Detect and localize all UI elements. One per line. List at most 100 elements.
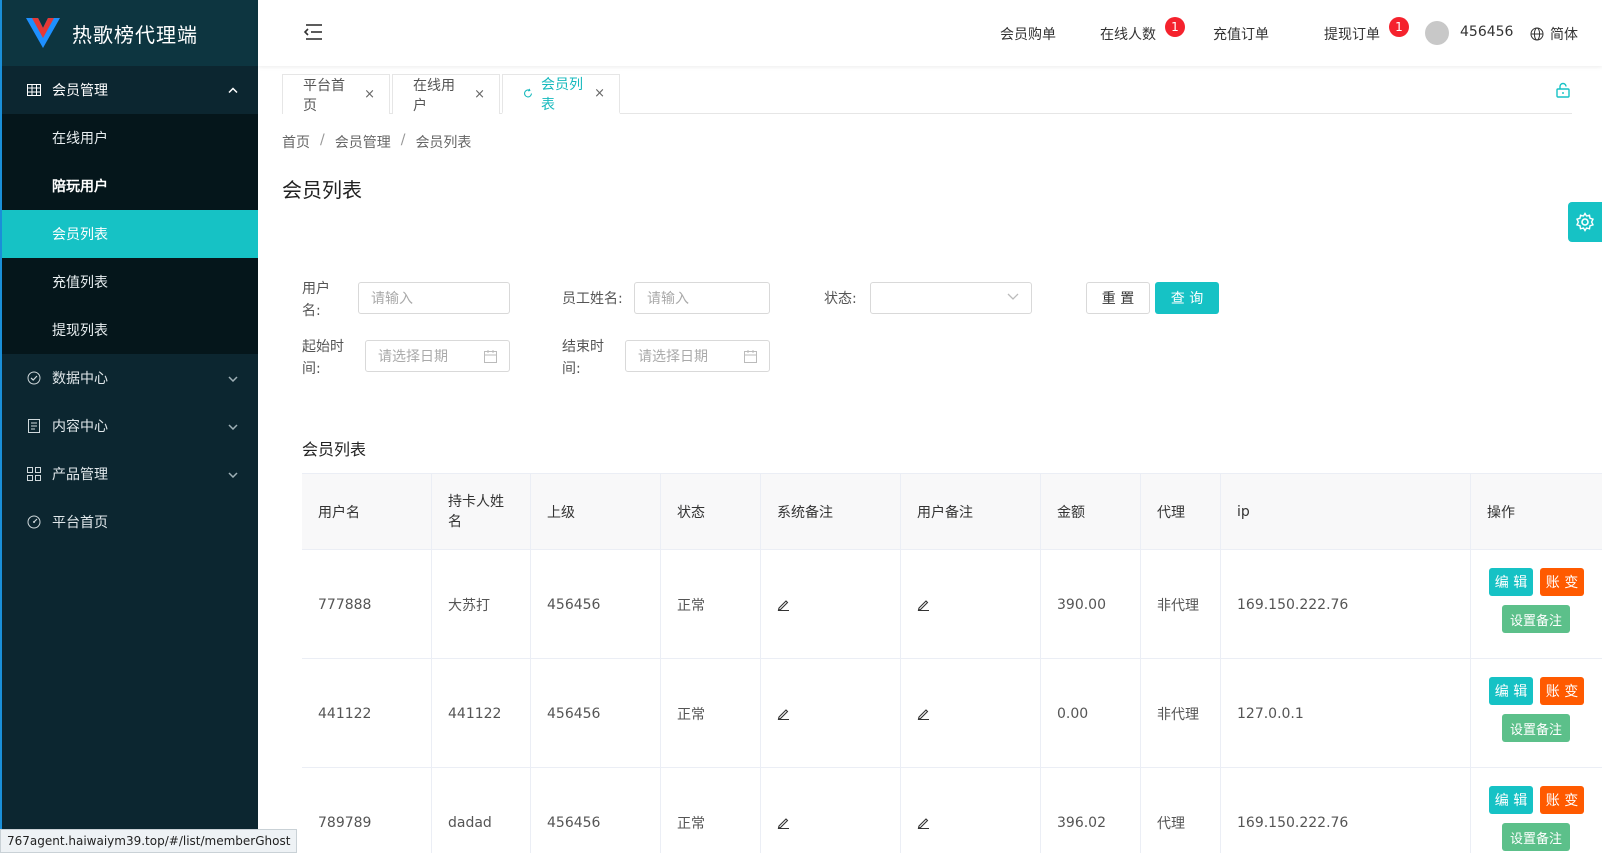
start-date-placeholder: 请选择日期 [378,349,448,365]
status-bar-url: 767agent.haiwaiym39.top/#/list/memberGho… [0,829,298,853]
table-row: 441122 441122 456456 正常 0.00 非代理 127.0.0… [302,659,1602,768]
sidebar-item-content-center[interactable]: 内容中心 [2,402,258,450]
tab-platform-home[interactable]: 平台首页 × [282,74,390,114]
cell-username: 777888 [302,550,432,659]
table-row: 777888 大苏打 456456 正常 390.00 非代理 169.150.… [302,550,1602,659]
account-change-button[interactable]: 账 变 [1540,677,1584,705]
cell-agent: 非代理 [1141,659,1221,768]
sidebar: 热歌榜代理端 会员管理 在线用户 陪玩用户 会员列表 充值列表 提现列表 数据中… [0,0,258,853]
close-icon[interactable]: × [474,87,485,102]
tab-member-list[interactable]: 会员列表 × [502,74,620,114]
cell-holder: dadad [432,768,531,853]
tab-label: 平台首页 [303,77,345,114]
edit-pencil-icon[interactable] [777,598,790,611]
end-date-placeholder: 请选择日期 [638,349,708,365]
breadcrumb-home[interactable]: 首页 [282,132,310,152]
edit-pencil-icon[interactable] [917,598,930,611]
language-label: 简体 [1550,27,1578,43]
username-label: 用户名: [302,281,330,319]
set-note-button[interactable]: 设置备注 [1502,714,1570,742]
tab-label: 在线用户 [413,77,455,114]
edit-button[interactable]: 编 辑 [1489,568,1533,596]
page-title: 会员列表 [282,178,362,202]
header-link-recharge-orders[interactable]: 充值订单 [1213,24,1269,44]
cell-amount: 390.00 [1041,550,1141,659]
cell-status: 正常 [661,659,761,768]
cell-actions: 编 辑 账 变 设置备注 [1471,768,1602,853]
language-switch[interactable]: 简体 [1530,24,1578,44]
table-row: 789789 dadad 456456 正常 396.02 代理 169.150… [302,768,1602,853]
column-header: 系统备注 [761,474,901,550]
end-date-input[interactable]: 请选择日期 [625,340,770,372]
header-link-withdraw-orders[interactable]: 提现订单 [1324,24,1380,44]
sidebar-item-platform-home[interactable]: 平台首页 [2,498,258,546]
sidebar-item-online-users[interactable]: 在线用户 [2,114,258,162]
edit-pencil-icon[interactable] [917,816,930,829]
start-time-label: 起始时间: [302,339,344,377]
sidebar-item-label: 内容中心 [52,419,108,435]
cell-username: 441122 [302,659,432,768]
sidebar-item-companion-users[interactable]: 陪玩用户 [2,162,258,210]
start-date-input[interactable]: 请选择日期 [365,340,510,372]
sidebar-group-member-management[interactable]: 会员管理 [2,66,258,114]
edit-pencil-icon[interactable] [777,816,790,829]
cell-user-note [901,659,1041,768]
breadcrumb-current: 会员列表 [415,135,472,151]
edit-pencil-icon[interactable] [777,707,790,720]
chevron-down-icon [228,418,238,434]
menu-fold-icon[interactable] [302,22,324,42]
header-link-online-count[interactable]: 在线人数 [1100,24,1156,44]
cell-system-note [761,659,901,768]
query-button[interactable]: 查 询 [1155,282,1219,314]
avatar[interactable] [1425,21,1449,45]
set-note-button[interactable]: 设置备注 [1502,605,1570,633]
staff-name-input[interactable]: 请输入 [634,282,770,314]
reset-button[interactable]: 重 置 [1086,282,1150,314]
status-select[interactable] [870,282,1032,314]
status-label: 状态: [824,291,857,307]
cell-status: 正常 [661,550,761,659]
cell-parent: 456456 [531,550,661,659]
set-note-button[interactable]: 设置备注 [1502,823,1570,851]
logo-icon [26,18,60,48]
settings-button[interactable] [1568,202,1602,242]
column-header: 操作 [1487,505,1515,521]
sidebar-item-withdraw-list[interactable]: 提现列表 [2,306,258,354]
breadcrumb-member-management[interactable]: 会员管理 [335,132,391,152]
close-icon[interactable]: × [594,86,605,101]
check-circle-icon [26,370,42,386]
cell-actions: 编 辑 账 变 设置备注 [1471,659,1602,768]
staff-name-label: 员工姓名: [562,291,623,307]
chevron-up-icon [228,84,238,97]
tab-online-users[interactable]: 在线用户 × [392,74,500,114]
breadcrumb-separator: / [320,132,325,148]
column-header: 用户备注 [901,474,1041,550]
table-header: 用户名 持卡人姓名 上级 状态 系统备注 用户备注 金额 代理 ip 操作 [302,474,1602,550]
edit-pencil-icon[interactable] [917,707,930,720]
sidebar-item-recharge-list[interactable]: 充值列表 [2,258,258,306]
edit-button[interactable]: 编 辑 [1489,677,1533,705]
sidebar-item-product-management[interactable]: 产品管理 [2,450,258,498]
sidebar-item-data-center[interactable]: 数据中心 [2,354,258,402]
username[interactable]: 456456 [1460,24,1513,40]
chevron-down-icon [228,466,238,482]
refresh-icon [524,88,532,98]
logo-bar: 热歌榜代理端 [2,0,258,66]
cell-ip: 169.150.222.76 [1221,550,1471,659]
sidebar-item-member-list[interactable]: 会员列表 [2,210,258,258]
cell-system-note [761,768,901,853]
account-change-button[interactable]: 账 变 [1540,568,1584,596]
top-header: 会员购单 在线人数 1 充值订单 提现订单 1 456456 简体 [258,0,1602,66]
edit-button[interactable]: 编 辑 [1489,786,1533,814]
unlock-icon[interactable] [1555,82,1571,98]
member-table: 用户名 持卡人姓名 上级 状态 系统备注 用户备注 金额 代理 ip 操作 77… [302,473,1602,853]
account-change-button[interactable]: 账 变 [1540,786,1584,814]
close-icon[interactable]: × [364,87,375,102]
dashboard-icon [26,514,42,530]
username-input[interactable]: 请输入 [358,282,510,314]
column-header: 上级 [531,474,661,550]
document-icon [26,418,42,434]
chevron-down-icon [228,370,238,386]
column-header: 金额 [1041,474,1141,550]
header-link-member-orders[interactable]: 会员购单 [1000,24,1056,44]
